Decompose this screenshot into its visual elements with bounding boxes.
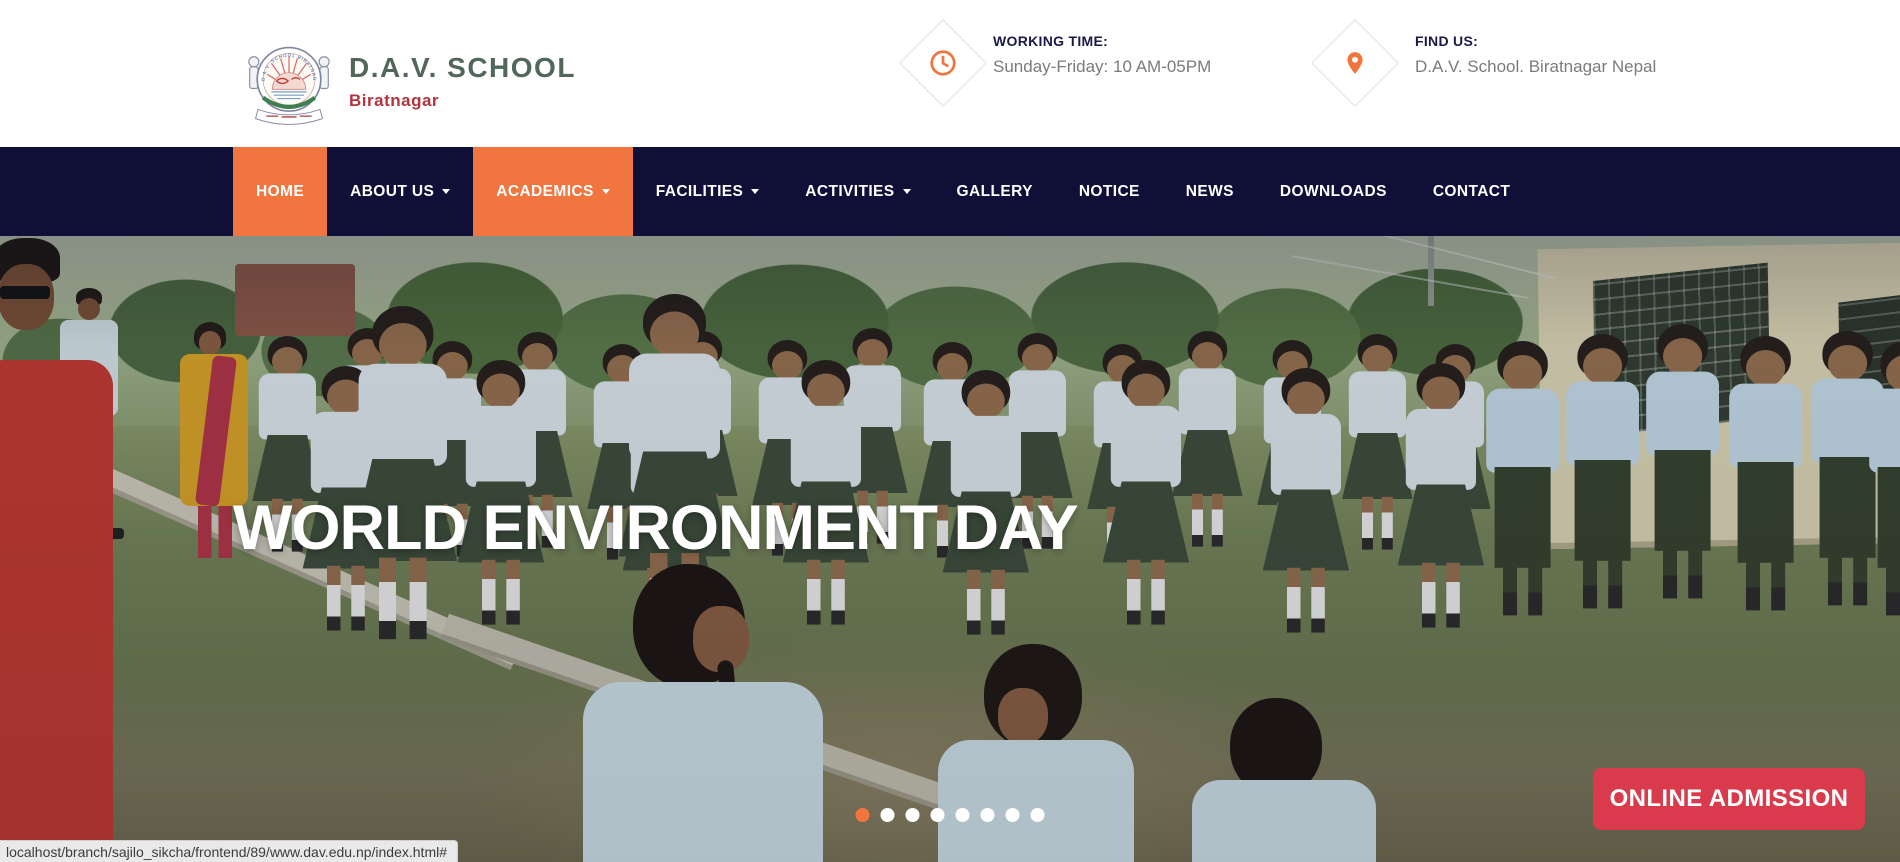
nav-news[interactable]: NEWS: [1163, 147, 1257, 236]
logo-text: D.A.V. SCHOOL Biratnagar: [349, 52, 576, 111]
location-pin-icon: [1324, 32, 1386, 94]
nav-gallery[interactable]: GALLERY: [934, 147, 1056, 236]
working-time-value: Sunday-Friday: 10 AM-05PM: [993, 57, 1211, 77]
working-time-label: WORKING TIME:: [993, 33, 1211, 49]
nav-home[interactable]: HOME: [233, 147, 327, 236]
school-name: D.A.V. SCHOOL: [349, 52, 576, 84]
chevron-down-icon: [903, 189, 911, 194]
nav-academics-label: ACADEMICS: [496, 183, 593, 201]
chevron-down-icon: [602, 189, 610, 194]
school-crest-icon: D.A.V. SCHOOL BIRATNAGAR NEPAL: [243, 36, 335, 136]
nav-activities[interactable]: ACTIVITIES: [782, 147, 933, 236]
carousel-dot[interactable]: [931, 808, 945, 822]
carousel-dot[interactable]: [1006, 808, 1020, 822]
carousel-dot[interactable]: [981, 808, 995, 822]
slide-headline: WORLD ENVIRONMENT DAY: [233, 492, 1078, 564]
chevron-down-icon: [442, 189, 450, 194]
nav-contact-label: CONTACT: [1433, 183, 1510, 201]
carousel-dot[interactable]: [1031, 808, 1045, 822]
nav-about-us-label: ABOUT US: [350, 183, 434, 201]
find-us-value: D.A.V. School. Biratnagar Nepal: [1415, 57, 1656, 77]
browser-status-bar: localhost/branch/sajilo_sikcha/frontend/…: [0, 840, 458, 862]
find-us-label: FIND US:: [1415, 33, 1656, 49]
chevron-down-icon: [751, 189, 759, 194]
carousel-dots: [856, 808, 1045, 822]
nav-news-label: NEWS: [1186, 183, 1234, 201]
clock-icon: [912, 32, 974, 94]
working-time-block: WORKING TIME: Sunday-Friday: 10 AM-05PM: [912, 0, 1212, 147]
carousel-dot[interactable]: [881, 808, 895, 822]
nav-academics[interactable]: ACADEMICS: [473, 147, 632, 236]
nav-notice[interactable]: NOTICE: [1056, 147, 1163, 236]
find-us-block: FIND US: D.A.V. School. Biratnagar Nepal: [1324, 0, 1664, 147]
carousel-dot[interactable]: [906, 808, 920, 822]
carousel-dot[interactable]: [856, 808, 870, 822]
nav-gallery-label: GALLERY: [957, 183, 1033, 201]
nav-facilities-label: FACILITIES: [656, 183, 744, 201]
nav-facilities[interactable]: FACILITIES: [633, 147, 783, 236]
school-location: Biratnagar: [349, 91, 576, 111]
site-header: D.A.V. SCHOOL BIRATNAGAR NEPAL D.A.V. SC…: [0, 0, 1900, 147]
carousel-dot[interactable]: [956, 808, 970, 822]
nav-downloads[interactable]: DOWNLOADS: [1257, 147, 1410, 236]
online-admission-button[interactable]: ONLINE ADMISSION: [1593, 768, 1865, 830]
site-logo[interactable]: D.A.V. SCHOOL BIRATNAGAR NEPAL D.A.V. SC…: [243, 36, 576, 136]
nav-activities-label: ACTIVITIES: [805, 183, 894, 201]
nav-downloads-label: DOWNLOADS: [1280, 183, 1387, 201]
nav-home-label: HOME: [256, 183, 304, 201]
page: D.A.V. SCHOOL BIRATNAGAR NEPAL D.A.V. SC…: [0, 0, 1900, 862]
main-navbar: HOME ABOUT US ACADEMICS FACILITIES ACTIV…: [0, 147, 1900, 236]
nav-contact[interactable]: CONTACT: [1410, 147, 1533, 236]
nav-about-us[interactable]: ABOUT US: [327, 147, 473, 236]
nav-notice-label: NOTICE: [1079, 183, 1140, 201]
